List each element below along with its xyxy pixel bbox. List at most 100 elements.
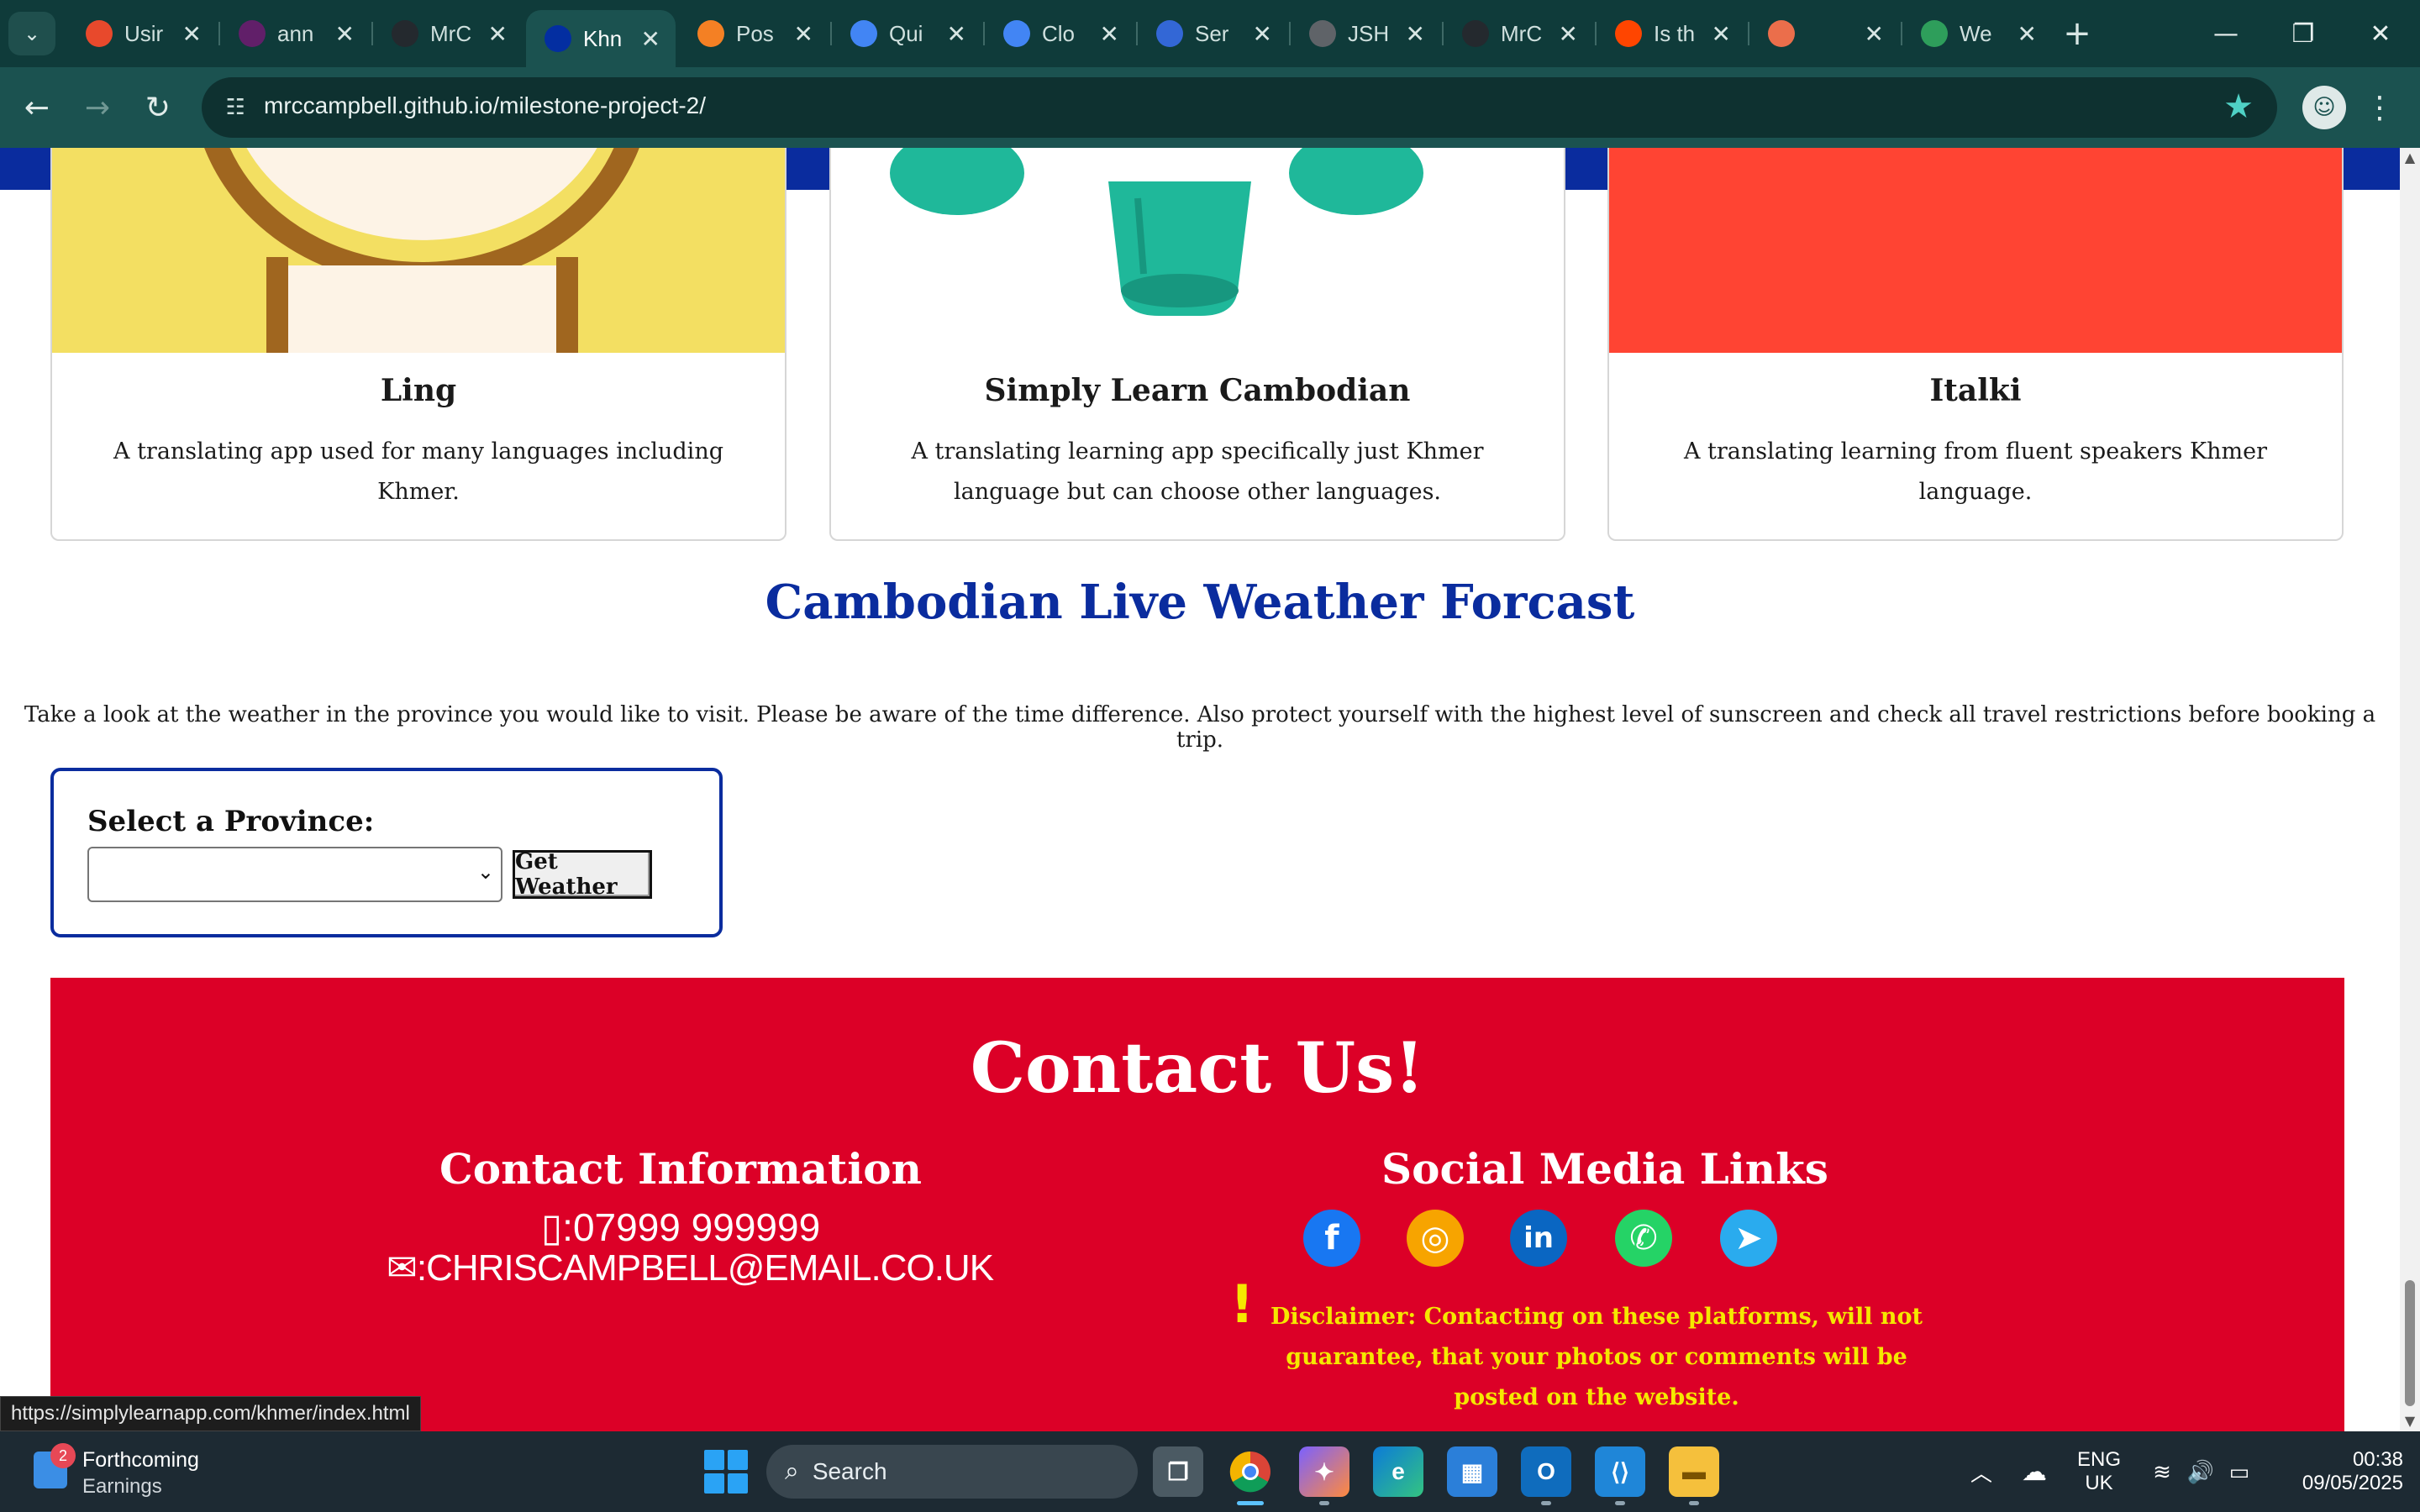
windows-taskbar: 2 Forthcoming Earnings ⌕ Search ❐ ✦ e ▦ … (0, 1431, 2420, 1512)
site-info-icon[interactable]: ☷ (217, 89, 254, 126)
red-ring-icon (86, 20, 113, 47)
start-button[interactable] (704, 1450, 748, 1494)
show-hidden-icons-icon[interactable]: ︿ (1963, 1431, 2000, 1512)
browser-menu-icon[interactable]: ⋮ (2363, 84, 2396, 131)
contact-email[interactable]: ✉:CHRISCAMPBELL@EMAIL.CO.UK (387, 1247, 994, 1289)
back-button[interactable]: ← (13, 84, 60, 131)
tab-label: We (1960, 20, 1992, 46)
outlook-icon[interactable]: O (1521, 1446, 1571, 1505)
close-tab-icon[interactable]: ✕ (335, 20, 355, 48)
widgets-button[interactable]: 2 Forthcoming Earnings (30, 1443, 282, 1500)
green-character-icon (890, 148, 1423, 316)
language-code: ENG (2076, 1448, 2121, 1471)
province-select[interactable]: ⌄ (87, 847, 502, 902)
clock[interactable]: 00:38 09/05/2025 (2277, 1431, 2403, 1512)
card-title: Simply Learn Cambodian (984, 373, 1411, 408)
onedrive-cloud-icon[interactable]: ☁ (2013, 1431, 2055, 1512)
url-text[interactable]: mrccampbell.github.io/milestone-project-… (264, 92, 706, 119)
close-tab-icon[interactable]: ✕ (1865, 20, 1884, 48)
browser-tab[interactable]: Ser ✕ (1138, 10, 1287, 57)
tab-label: Khn (583, 25, 623, 51)
vscode-icon[interactable]: ⟨⟩ (1595, 1446, 1645, 1505)
volume-icon[interactable]: 🔊 (2183, 1431, 2218, 1512)
close-tab-icon[interactable]: ✕ (1559, 20, 1578, 48)
address-bar[interactable]: ☷ mrccampbell.github.io/milestone-projec… (202, 77, 2277, 138)
scroll-down-arrow-icon[interactable]: ▼ (2403, 1415, 2417, 1428)
close-tab-icon[interactable]: ✕ (947, 20, 966, 48)
tab-label: MrC (430, 20, 472, 46)
tab-label: Clo (1042, 20, 1076, 46)
store-icon[interactable]: ▦ (1447, 1446, 1497, 1497)
province-form: Select a Province: ⌄ Get Weather (50, 768, 723, 937)
close-tab-icon[interactable]: ✕ (641, 25, 660, 53)
get-weather-button[interactable]: Get Weather (513, 849, 652, 900)
shield-icon (1156, 20, 1183, 47)
browser-tab[interactable]: Clo ✕ (985, 10, 1134, 57)
facebook-icon[interactable]: f (1303, 1210, 1360, 1267)
whatsapp-icon[interactable]: ✆ (1615, 1210, 1672, 1267)
contact-title: Contact Us! (970, 1028, 1425, 1109)
wifi-icon[interactable]: ≋ (2144, 1431, 2180, 1512)
browser-tab[interactable]: ✕ (1749, 10, 1899, 57)
close-tab-icon[interactable]: ✕ (794, 20, 813, 48)
browser-tab[interactable]: We ✕ (1902, 10, 2052, 57)
tab-label: Usir (124, 20, 164, 46)
close-tab-icon[interactable]: ✕ (2018, 20, 2037, 48)
close-tab-icon[interactable]: ✕ (182, 20, 202, 48)
close-tab-icon[interactable]: ✕ (1253, 20, 1272, 48)
edge-icon[interactable]: e (1373, 1446, 1423, 1497)
battery-icon[interactable]: ▭ (2222, 1431, 2257, 1512)
google-cloud-icon (850, 20, 877, 47)
scroll-up-arrow-icon[interactable]: ▲ (2403, 151, 2417, 165)
clock-time: 00:38 (2352, 1448, 2403, 1471)
instagram-icon[interactable]: ◎ (1407, 1210, 1464, 1267)
province-label: Select a Province: (87, 805, 375, 838)
profile-avatar[interactable]: ☺ (2302, 86, 2346, 129)
telegram-icon[interactable]: ➤ (1720, 1210, 1777, 1267)
close-tab-icon[interactable]: ✕ (1406, 20, 1425, 48)
file-explorer-icon[interactable]: ▬ (1669, 1446, 1719, 1505)
browser-tab[interactable]: Pos ✕ (679, 10, 829, 57)
copilot-icon[interactable]: ✦ (1299, 1446, 1349, 1505)
browser-tab[interactable]: MrC ✕ (1444, 10, 1593, 57)
github-icon (1462, 20, 1489, 47)
reddit-icon (1615, 20, 1642, 47)
contact-phone[interactable]: ▯:07999 999999 (387, 1205, 975, 1250)
widget-badge: 2 (50, 1443, 76, 1468)
scrollbar-thumb[interactable] (2405, 1280, 2415, 1406)
disclaimer-text: Disclaimer: Contacting on these platform… (1270, 1304, 1923, 1410)
tab-search-button[interactable]: ⌄ (8, 12, 55, 55)
browser-tab[interactable]: Is th ✕ (1597, 10, 1746, 57)
browser-tab[interactable]: ann ✕ (220, 10, 370, 57)
app-card-italki[interactable]: Italki A translating learning from fluen… (1607, 148, 2344, 541)
page-scrollbar[interactable]: ▲ ▼ (2400, 148, 2420, 1431)
browser-tab[interactable]: Khn ✕ (526, 10, 676, 67)
contact-section: Contact Us! Contact Information ▯:07999 … (50, 978, 2344, 1431)
page-viewport: Ling A translating app used for many lan… (0, 148, 2400, 1431)
chrome-taskbar-icon[interactable] (1225, 1446, 1276, 1505)
close-tab-icon[interactable]: ✕ (1100, 20, 1119, 48)
close-window-button[interactable]: ✕ (2351, 8, 2410, 59)
app-card-ling[interactable]: Ling A translating app used for many lan… (50, 148, 786, 541)
browser-tab[interactable]: Qui ✕ (832, 10, 981, 57)
language-indicator[interactable]: ENG UK (2069, 1431, 2129, 1512)
task-view-icon[interactable]: ❐ (1153, 1446, 1203, 1497)
browser-tab[interactable]: JSH ✕ (1291, 10, 1440, 57)
app-card-simply-learn[interactable]: Simply Learn Cambodian A translating lea… (829, 148, 1565, 541)
slack-icon (239, 20, 266, 47)
browser-tab[interactable]: MrC ✕ (373, 10, 523, 57)
close-tab-icon[interactable]: ✕ (488, 20, 508, 48)
browser-tab[interactable]: Usir ✕ (67, 10, 217, 57)
restore-button[interactable]: ❐ (2274, 8, 2333, 59)
browser-toolbar: ← → ↻ ☷ mrccampbell.github.io/milestone-… (0, 67, 2420, 148)
phone-icon: ▯ (540, 1205, 563, 1249)
minimize-button[interactable]: — (2196, 8, 2255, 59)
linkedin-icon[interactable]: in (1510, 1210, 1567, 1267)
widget-title: Forthcoming (82, 1448, 199, 1472)
forward-button[interactable]: → (74, 84, 121, 131)
close-tab-icon[interactable]: ✕ (1712, 20, 1731, 48)
new-tab-button[interactable]: + (2057, 13, 2097, 54)
bookmark-star-icon[interactable]: ★ (2223, 87, 2254, 126)
reload-button[interactable]: ↻ (134, 84, 182, 131)
taskbar-search[interactable]: ⌕ Search (766, 1445, 1138, 1499)
